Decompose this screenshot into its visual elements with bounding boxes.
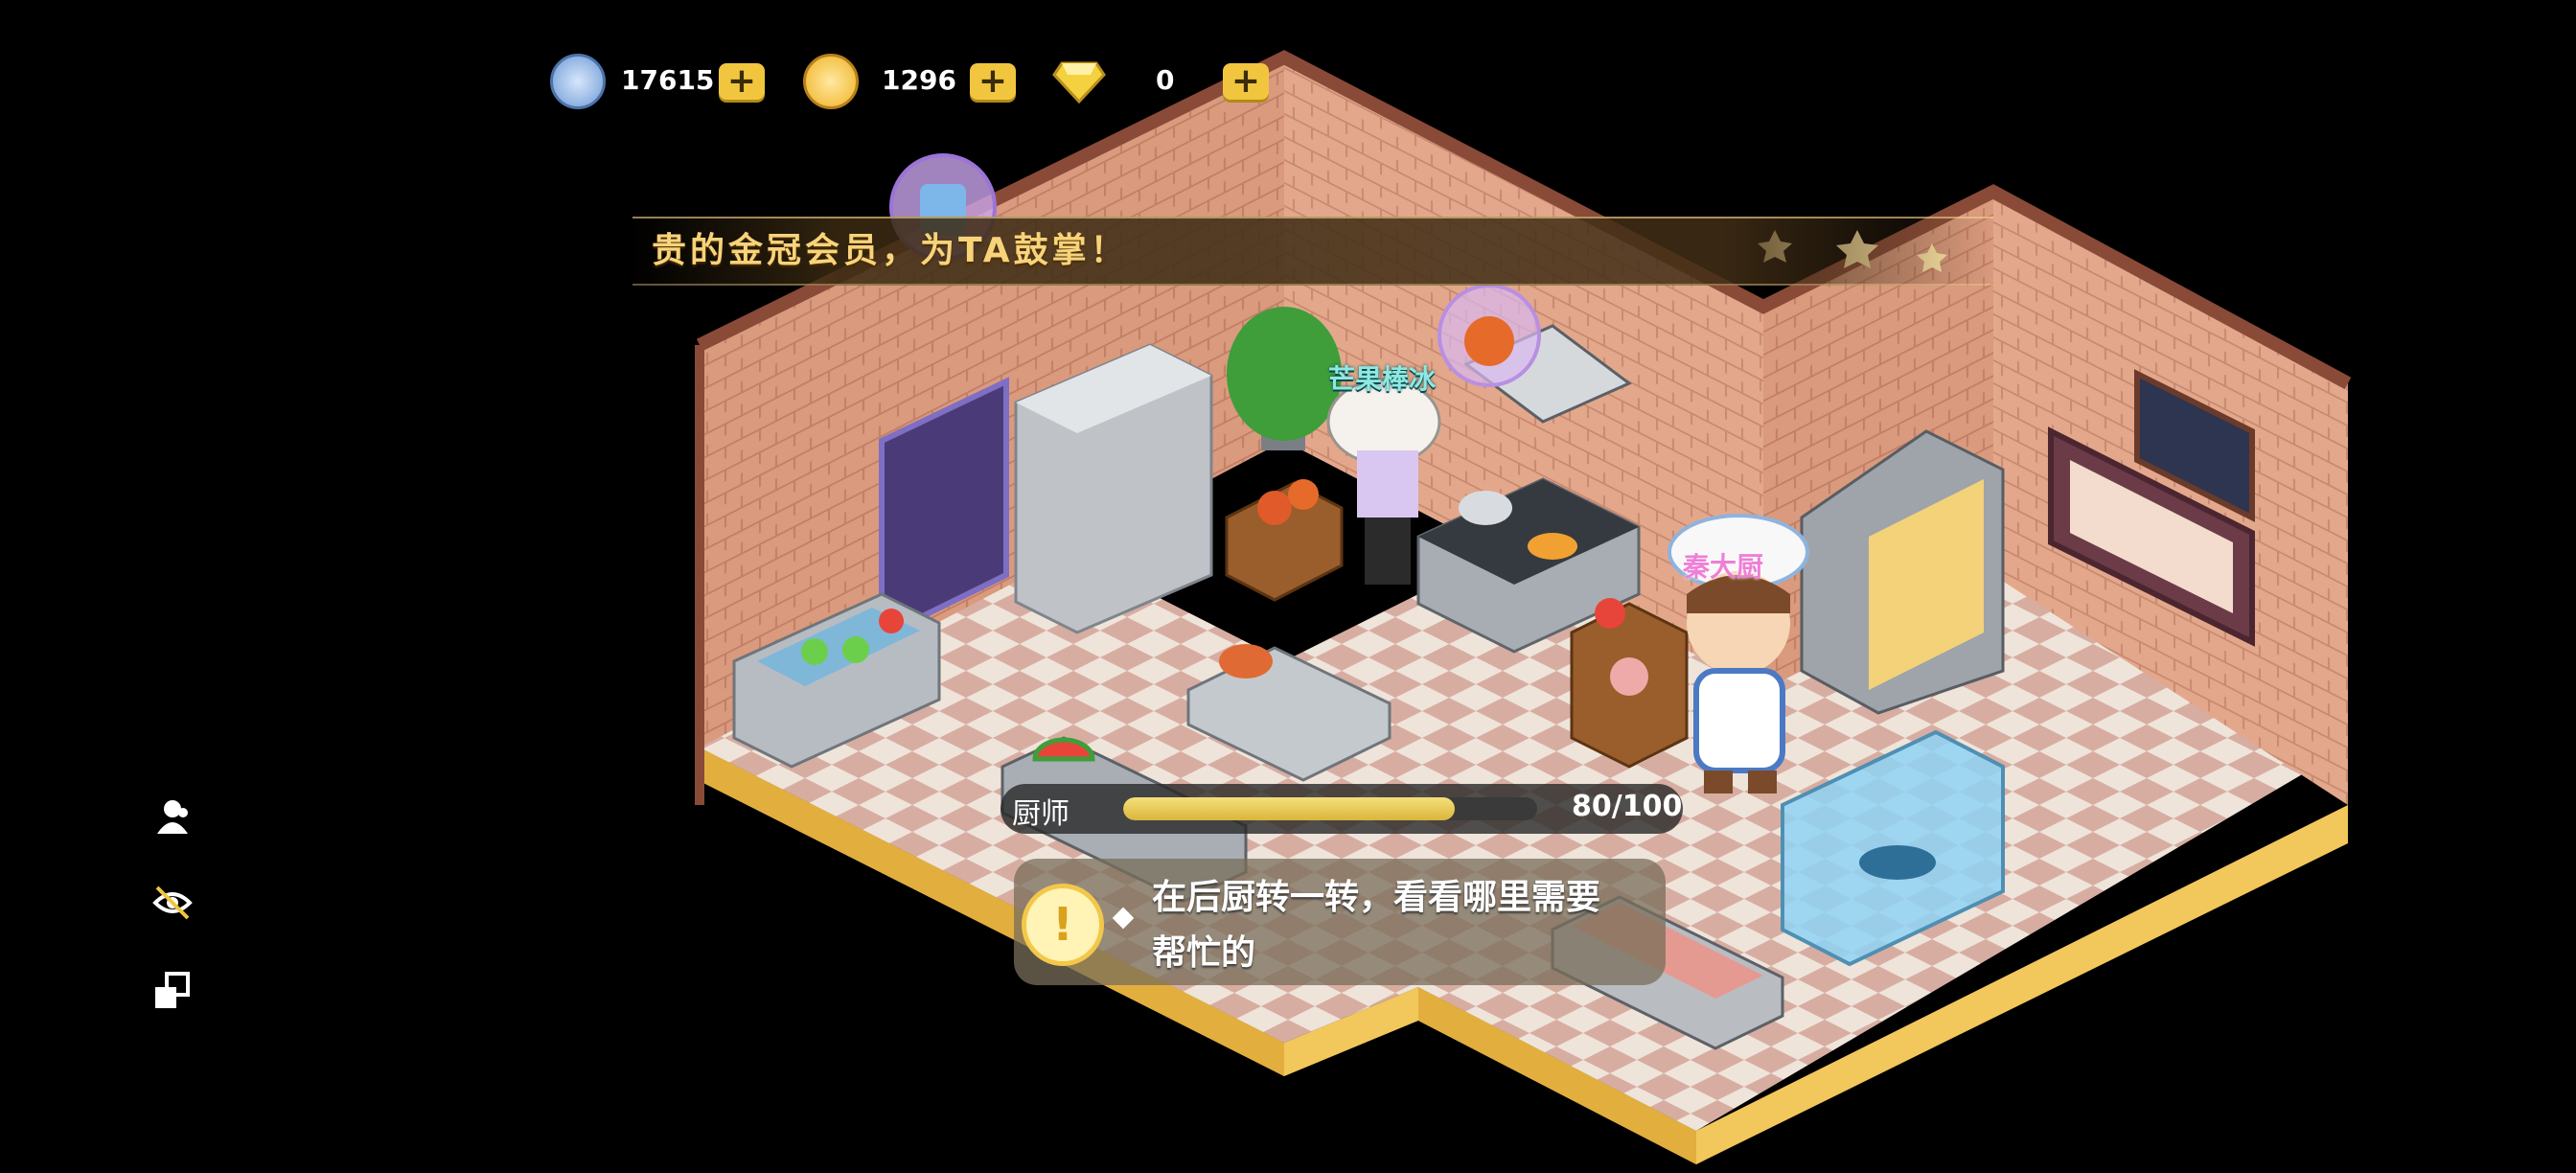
gold-coin-icon: [803, 54, 859, 109]
silver-coin-value: 17615: [621, 64, 715, 96]
plus-icon: +: [726, 61, 757, 101]
diamond-value: 0: [1156, 64, 1175, 96]
hide-ui-icon[interactable]: [151, 882, 194, 924]
diamond-icon: [1052, 61, 1106, 104]
kitchen-scene: [695, 50, 2352, 1164]
plus-icon: +: [1230, 61, 1261, 101]
silver-coin-icon: [550, 54, 606, 109]
share-icon[interactable]: [151, 970, 194, 1012]
gold-coin-value: 1296: [882, 64, 956, 96]
friends-icon[interactable]: [151, 795, 194, 838]
task-text: 在后厨转一转，看看哪里需要帮忙的: [1152, 878, 1601, 973]
add-diamond-button[interactable]: +: [1223, 63, 1269, 100]
alert-icon: !: [1022, 884, 1104, 966]
pumpkin-icon: [1464, 316, 1514, 366]
cooking-pot: [1459, 491, 1512, 525]
add-silver-coin-button[interactable]: +: [719, 63, 765, 100]
plant: [1227, 307, 1342, 441]
add-gold-coin-button[interactable]: +: [970, 63, 1016, 100]
npc-name-label: 芒果棒冰: [1328, 363, 1437, 395]
progress-bar: [1123, 797, 1537, 820]
progress-value: 80/100: [1572, 790, 1683, 823]
banner-text: 贵的金冠会员，为TA鼓掌！: [652, 231, 1129, 270]
progress-fill: [1123, 797, 1455, 820]
chef-name-label: 秦大厨: [1683, 551, 1764, 583]
plus-icon: +: [978, 61, 1008, 101]
progress-label: 厨师: [1012, 797, 1070, 831]
